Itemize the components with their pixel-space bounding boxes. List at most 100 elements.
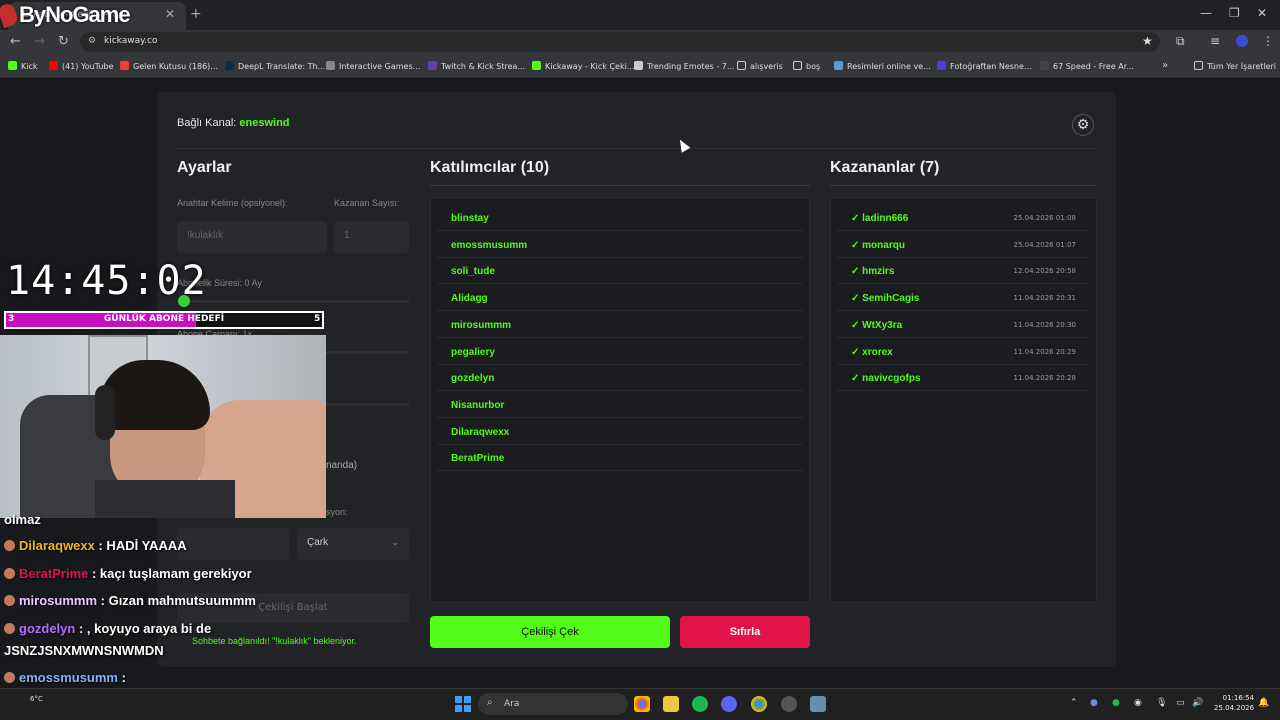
chat-message: BeratPrime : kaçı tuşlamam gerekiyor	[4, 566, 252, 581]
folder-icon	[1194, 61, 1203, 70]
favicon-icon	[8, 61, 17, 70]
settings-gear-icon[interactable]: ⚙	[1072, 114, 1094, 136]
bookmark-label: Trending Emotes - 7...	[647, 62, 735, 71]
bookmark-label: Interactive Games...	[339, 62, 421, 71]
restore-icon[interactable]: ❐	[1229, 6, 1240, 20]
sub-duration-slider[interactable]	[177, 300, 409, 303]
url-text: kickaway.co	[104, 36, 158, 46]
participant-name: gozdelyn	[451, 373, 495, 385]
participant-row: pegaliery	[437, 339, 803, 365]
bookmark-label: (41) YouTube	[62, 62, 114, 71]
file-explorer-icon[interactable]	[663, 696, 679, 712]
bookmark-item[interactable]: 67 Speed - Free Ar...	[1040, 61, 1134, 71]
animation-left-field[interactable]	[177, 528, 289, 560]
chat-text: :	[117, 670, 126, 685]
notification-icon[interactable]: 🔔	[1258, 698, 1269, 708]
chrome-icon[interactable]	[634, 696, 650, 712]
url-field[interactable]	[80, 32, 1160, 52]
bookmark-item[interactable]: Twitch & Kick Strea...	[428, 61, 525, 71]
media-control-icon[interactable]: ≡	[1210, 34, 1220, 48]
bookmark-item[interactable]: Resimleri online ve...	[834, 61, 931, 71]
status-message: Sohbete bağlanıldı! "!kulaklık" bekleniy…	[192, 636, 357, 646]
bookmark-label: Resimleri online ve...	[847, 62, 931, 71]
bookmark-label: DeepL Translate: Th...	[238, 62, 326, 71]
mic-icon[interactable]: 🎙	[1156, 698, 1167, 708]
webcam-shirt	[95, 480, 235, 518]
favicon-icon	[120, 61, 129, 70]
windows-start-icon[interactable]	[455, 696, 471, 712]
extensions-icon[interactable]: ⧉	[1176, 34, 1185, 49]
profile-avatar[interactable]	[1236, 35, 1248, 47]
chat-message: mirosummm : Gızan mahmutsuummm	[4, 593, 256, 608]
app-icon-2[interactable]	[810, 696, 826, 712]
animation-select[interactable]: Çark ⌄	[297, 528, 409, 560]
winner-row: ✓ ladinn666 25.04.2026 01:08	[837, 205, 1090, 231]
participants-panel: blinstay emossmusumm soli_tude Alidagg miros…	[430, 197, 810, 603]
taskbar-clock[interactable]: 01:16:54 25.04.2026	[1214, 693, 1254, 713]
bookmark-star-icon[interactable]: ★	[1142, 34, 1153, 48]
bookmark-item[interactable]: Kickaway - Kick Çeki...	[532, 61, 634, 71]
winner-row: ✓ SemihCagis 11.04.2026 20:31	[837, 285, 1090, 312]
winner-count-input[interactable]: 1	[334, 221, 409, 253]
sub-goal-max: 5	[314, 314, 321, 324]
participant-row: gozdelyn	[437, 365, 803, 392]
app-icon[interactable]	[781, 696, 797, 712]
connected-channel: Bağlı Kanal: eneswind	[177, 117, 290, 129]
discord-tray-icon[interactable]: ●	[1090, 698, 1098, 708]
favicon-icon	[326, 61, 335, 70]
chat-badge-icon	[4, 540, 15, 551]
live-dot-icon	[178, 295, 190, 307]
menu-icon[interactable]: ⋮	[1262, 34, 1274, 48]
keyword-input[interactable]: !kulaklık	[177, 221, 327, 253]
bookmark-item[interactable]: Interactive Games...	[326, 61, 420, 71]
winner-name: ✓ xrorex	[851, 346, 893, 358]
bookmark-label: Gelen Kutusu (186)...	[133, 62, 218, 71]
spotify-icon[interactable]	[692, 696, 708, 712]
participant-name: blinstay	[451, 213, 489, 224]
pin-icon	[0, 1, 20, 29]
chat-text: : HADİ YAAAA	[94, 538, 187, 553]
keyword-label: Anahtar Kelime (opsiyonel):	[177, 198, 288, 208]
taskbar-search[interactable]	[478, 693, 628, 715]
network-icon[interactable]: ▭	[1176, 698, 1185, 708]
volume-icon[interactable]: 🔊	[1192, 698, 1203, 708]
search-icon: ⌕	[487, 697, 493, 708]
winner-name: ✓ navivcgofps	[851, 373, 921, 385]
all-bookmarks[interactable]: Tüm Yer İşaretleri	[1194, 61, 1276, 71]
chevron-down-icon: ⌄	[391, 537, 399, 547]
minimize-icon[interactable]: —	[1200, 6, 1212, 20]
back-icon[interactable]: ←	[10, 34, 21, 49]
chrome-active-icon[interactable]	[751, 696, 767, 712]
all-bookmarks-label: Tüm Yer İşaretleri	[1207, 62, 1277, 71]
reset-button[interactable]: Sıfırla	[680, 616, 810, 648]
favicon-icon	[937, 61, 946, 70]
spotify-tray-icon[interactable]: ●	[1112, 698, 1120, 708]
bookmark-item[interactable]: alışveris	[737, 61, 783, 71]
bookmark-item[interactable]: boş	[793, 61, 820, 71]
reload-icon[interactable]: ↻	[58, 34, 69, 49]
new-tab-icon[interactable]: +	[190, 6, 202, 22]
chat-message: JSNZJSNXMWNSNWMDN	[4, 643, 164, 658]
chat-message: emossmusumm :	[4, 670, 126, 685]
discord-icon[interactable]	[721, 696, 737, 712]
favicon-icon	[532, 61, 541, 70]
tray-expand-icon[interactable]: ⌃	[1070, 698, 1078, 708]
chat-message: gozdelyn : , koyuyo araya bi de	[4, 621, 211, 636]
site-info-icon[interactable]: ⚙	[88, 36, 96, 46]
more-bookmarks-icon[interactable]: »	[1162, 60, 1168, 71]
animation-value: Çark	[307, 537, 329, 548]
bookmark-item[interactable]: Kick	[8, 61, 38, 71]
close-tab-icon[interactable]: ✕	[165, 7, 175, 21]
forward-icon[interactable]: →	[34, 34, 45, 49]
bookmark-item[interactable]: (41) YouTube	[49, 61, 114, 71]
option-label: nanda)	[326, 460, 358, 471]
steam-tray-icon[interactable]: ◉	[1134, 698, 1142, 708]
bookmark-item[interactable]: Trending Emotes - 7...	[634, 61, 734, 71]
bookmark-item[interactable]: DeepL Translate: Th...	[225, 61, 325, 71]
draw-button[interactable]: Çekilişi Çek	[430, 616, 670, 648]
bookmark-item[interactable]: Gelen Kutusu (186)...	[120, 61, 218, 71]
bookmark-item[interactable]: Fotoğraftan Nesne...	[937, 61, 1032, 71]
winner-date: 12.04.2026 20:58	[1013, 267, 1076, 276]
close-window-icon[interactable]: ✕	[1257, 6, 1267, 20]
divider	[177, 148, 1097, 149]
